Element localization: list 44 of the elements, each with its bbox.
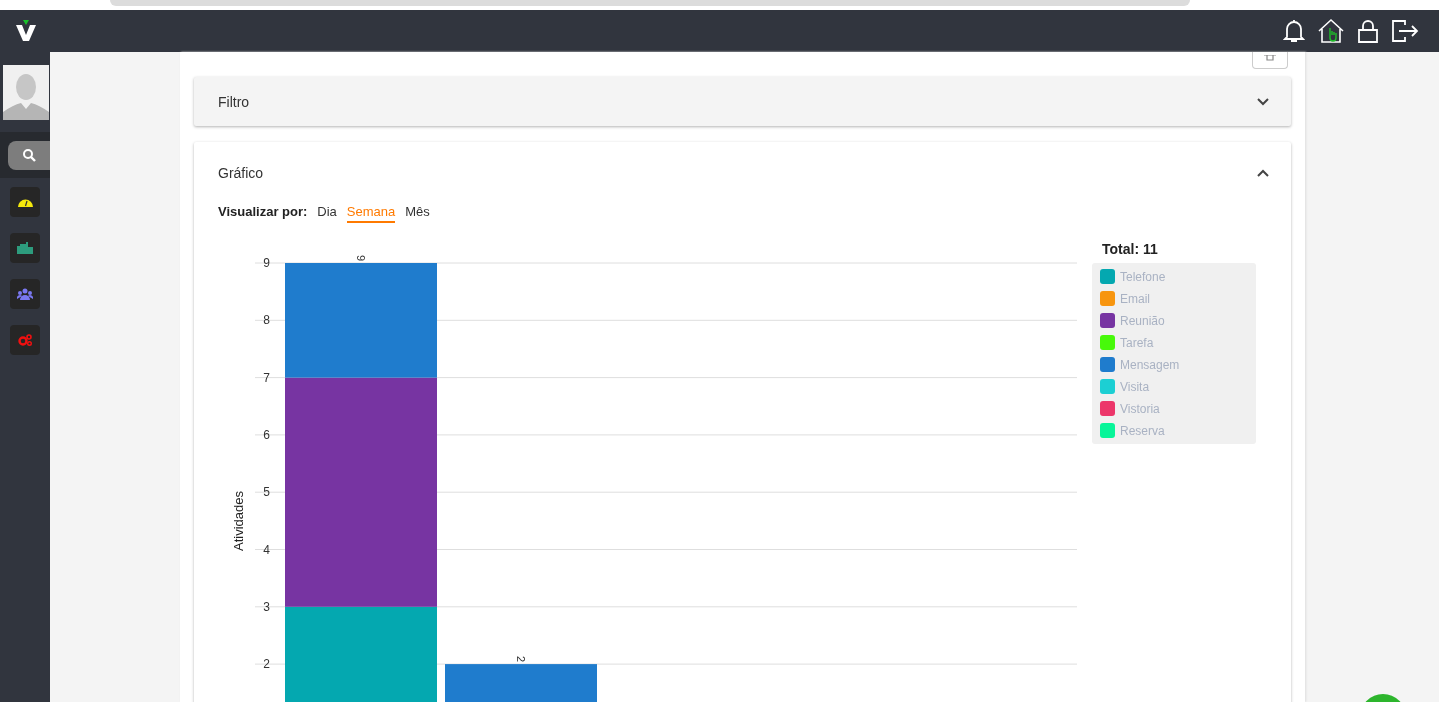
chevron-icon[interactable] xyxy=(1257,97,1269,106)
filter-title: Filtro xyxy=(218,93,250,110)
y-tick-label: 9 xyxy=(263,256,270,270)
y-tick-label: 4 xyxy=(263,542,270,557)
chart-title: Gráfico xyxy=(218,165,264,181)
legend-label[interactable]: Email xyxy=(1120,291,1150,306)
legend-label[interactable]: Vistoria xyxy=(1120,401,1160,416)
y-axis-title: Atividades xyxy=(231,491,246,551)
y-tick-label: 5 xyxy=(263,485,270,500)
people-icon xyxy=(17,288,33,300)
buildings-icon xyxy=(17,242,33,254)
search-icon xyxy=(22,148,36,162)
legend-label[interactable]: Tarefa xyxy=(1120,335,1154,350)
home-icon[interactable] xyxy=(1317,18,1345,44)
buildings-button[interactable] xyxy=(10,233,40,263)
y-tick-label: 8 xyxy=(263,313,270,328)
legend-label[interactable]: Mensagem xyxy=(1120,357,1180,372)
bar-total-label: 2 xyxy=(515,656,527,663)
legend-label[interactable]: Reunião xyxy=(1120,313,1165,328)
total-label: Total: 11 xyxy=(1101,241,1159,257)
avatar-silhouette-icon xyxy=(3,65,49,120)
view-by-label: Visualizar por: xyxy=(218,204,308,219)
bar-total-label: 9 xyxy=(355,255,367,262)
gauge-icon xyxy=(17,197,33,207)
y-tick-label: 7 xyxy=(263,370,270,385)
bell-icon[interactable] xyxy=(1283,18,1305,44)
legend-label[interactable]: Telefone xyxy=(1120,269,1166,284)
logout-icon[interactable] xyxy=(1391,19,1419,43)
y-tick-label: 2 xyxy=(263,657,270,672)
search-button[interactable] xyxy=(8,140,50,170)
y-tick-label: 6 xyxy=(263,427,270,442)
view-tab[interactable]: Mês xyxy=(405,204,430,223)
lock-icon[interactable] xyxy=(1357,19,1379,43)
gears-button[interactable] xyxy=(10,325,40,355)
dashboard-gauge-button[interactable] xyxy=(10,187,40,217)
chevron-icon[interactable] xyxy=(1257,169,1269,177)
people-button[interactable] xyxy=(10,279,40,309)
gears-icon xyxy=(18,334,32,346)
logo-icon xyxy=(15,20,37,42)
view-tab[interactable]: Semana xyxy=(346,204,396,223)
y-tick-label: 3 xyxy=(263,599,270,614)
legend-label[interactable]: Reserva xyxy=(1120,423,1165,438)
legend-label[interactable]: Visita xyxy=(1120,379,1150,394)
view-tab[interactable]: Dia xyxy=(317,204,337,223)
